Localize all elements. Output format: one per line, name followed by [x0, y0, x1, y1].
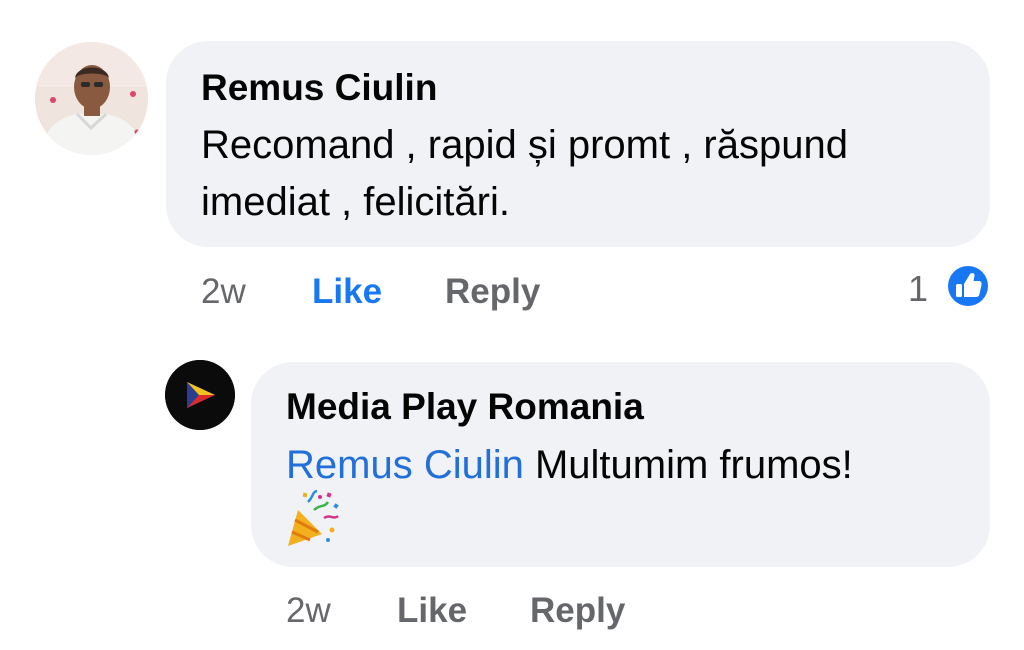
reply-reply-button[interactable]: Reply — [530, 590, 625, 632]
comment-author-name[interactable]: Remus Ciulin — [201, 66, 437, 110]
like-reaction-icon[interactable] — [944, 262, 992, 310]
reply-text: Remus Ciulin Multumim frumos! — [286, 438, 853, 492]
comment-text-line: Recomand , rapid și promt , răspund — [201, 123, 848, 167]
comment-timestamp: 2w — [201, 272, 246, 311]
avatar-media-play-romania[interactable] — [165, 360, 235, 430]
avatar-remus-ciulin[interactable] — [35, 42, 148, 155]
party-popper-icon — [284, 489, 340, 548]
reply-timestamp: 2w — [286, 591, 331, 630]
mention-link[interactable]: Remus Ciulin — [286, 443, 524, 487]
comment-text-line: imediat , felicitări. — [201, 180, 510, 224]
comment-text: Recomand , rapid și promt , răspund imed… — [201, 117, 971, 231]
comment-reply-button[interactable]: Reply — [445, 271, 540, 313]
comment-like-button[interactable]: Like — [312, 271, 382, 313]
reply-message: Multumim frumos! — [523, 443, 853, 487]
media-play-logo-icon — [165, 360, 235, 430]
reply-author-name[interactable]: Media Play Romania — [286, 385, 644, 429]
reply-like-button[interactable]: Like — [397, 590, 467, 632]
reaction-count[interactable]: 1 — [908, 268, 928, 310]
profile-photo-icon — [35, 42, 148, 155]
